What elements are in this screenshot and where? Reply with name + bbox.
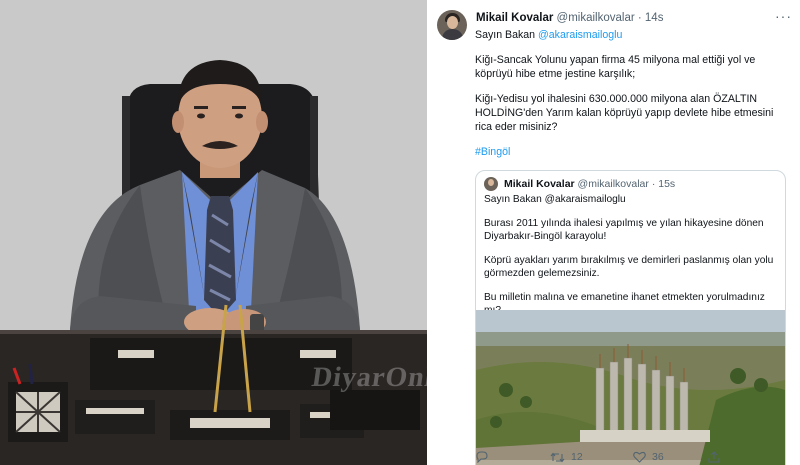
tweet-greeting: Sayın Bakan @akaraismailoglu (475, 29, 623, 41)
quoted-author-handle: @mikailkovalar (577, 178, 649, 190)
official-photo: DiyarOnline (0, 0, 427, 465)
like-count: 36 (652, 451, 664, 463)
quoted-tweet-image[interactable] (476, 310, 785, 465)
quoted-tweet[interactable]: Mikail Kovalar @mikailkovalar · 15s Sayı… (475, 170, 786, 465)
retweet-button[interactable]: 12 (550, 451, 633, 463)
quoted-tweet-time: · 15s (651, 178, 676, 190)
quoted-tweet-body: Sayın Bakan @akaraismailoglu Burası 2011… (476, 191, 785, 318)
more-options-icon[interactable]: ··· (775, 8, 792, 24)
tweet-actions: 12 36 (475, 451, 775, 463)
avatar[interactable] (437, 10, 467, 40)
tweet-author: Mikail Kovalar @mikailkovalar · 14s (476, 11, 663, 25)
quoted-tweet-header: Mikail Kovalar @mikailkovalar · 15s (476, 171, 785, 191)
share-icon (708, 451, 720, 463)
author-handle[interactable]: @mikailkovalar (557, 12, 635, 24)
quoted-paragraph-2: Köprü ayakları yarım bırakılmış ve demir… (484, 254, 774, 280)
retweet-count: 12 (571, 451, 583, 463)
tweet-paragraph-2: Kiğı-Yedisu yol ihalesini 630.000.000 mi… (475, 93, 774, 133)
tweet-card: Mikail Kovalar @mikailkovalar · 14s ··· … (427, 0, 800, 465)
official-photo-illustration (0, 0, 427, 465)
reply-button[interactable] (475, 451, 550, 463)
quoted-line-1: Sayın Bakan @akaraismailoglu (484, 194, 626, 205)
heart-icon (633, 451, 646, 463)
author-name[interactable]: Mikail Kovalar (476, 12, 553, 24)
quoted-paragraph-1: Burası 2011 yılında ihalesi yapılmış ve … (484, 217, 764, 243)
like-button[interactable]: 36 (633, 451, 708, 463)
quoted-author-name: Mikail Kovalar (504, 178, 575, 190)
watermark-text: DiyarOnline (309, 362, 427, 393)
share-button[interactable] (708, 451, 726, 463)
tweet-paragraph-1: Kiğı-Sancak Yolunu yapan firma 45 milyon… (475, 54, 756, 80)
quoted-avatar (484, 177, 498, 191)
retweet-icon (550, 452, 565, 462)
tweet-body: Sayın Bakan @akaraismailoglu Kiğı-Sancak… (475, 28, 792, 159)
hashtag-link[interactable]: #Bingöl (475, 146, 510, 158)
reply-icon (476, 451, 488, 463)
mention-link[interactable]: @akaraismailoglu (538, 29, 622, 41)
tweet-time[interactable]: · 14s (638, 12, 664, 24)
